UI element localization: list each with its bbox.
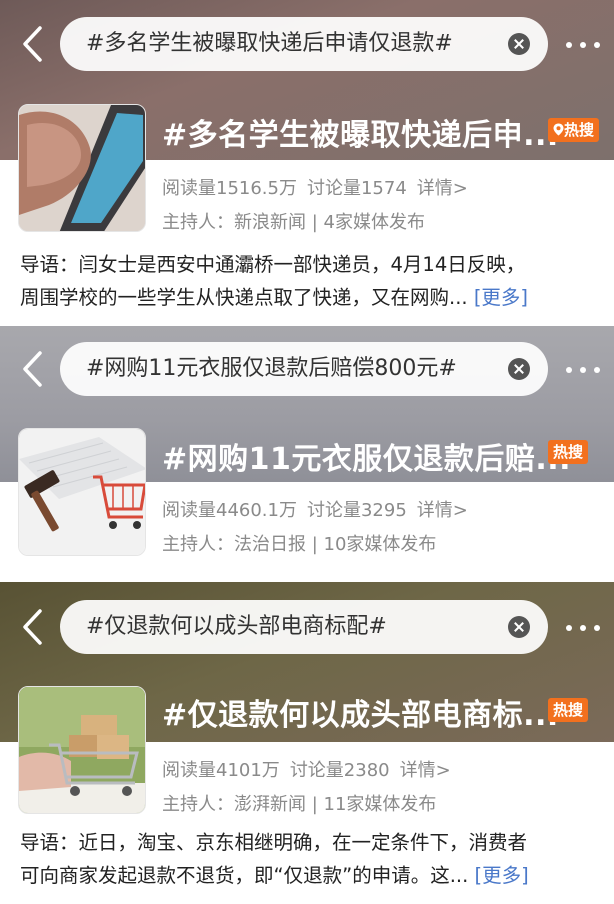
topic-stats: 阅读量4460.1万 讨论量3295 详情> — [162, 496, 468, 522]
search-bar[interactable]: #网购11元衣服仅退款后赔偿800元# — [60, 342, 548, 396]
intro-text: 周围学校的一些学生从快递点取了快递，又在网购... — [20, 286, 468, 309]
discuss-count: 讨论量3295 — [306, 500, 407, 521]
topic-thumbnail[interactable] — [18, 104, 146, 232]
discuss-count: 讨论量1574 — [306, 178, 407, 199]
discuss-count: 讨论量2380 — [289, 760, 390, 781]
topic-title[interactable]: #仅退款何以成头部电商标... — [162, 690, 559, 734]
hot-badge: 热搜 — [548, 440, 589, 464]
search-query[interactable]: #网购11元衣服仅退款后赔偿800元# — [86, 342, 457, 396]
topic-host: 主持人：澎湃新闻 | 11家媒体发布 — [162, 794, 437, 815]
topic-intro: 导语：闫女士是西安中通灞桥一部快递员，4月14日反映， 周围学校的一些学生从快递… — [20, 248, 600, 314]
more-dots-icon[interactable] — [566, 40, 602, 50]
location-pin-icon — [553, 123, 564, 136]
intro-line: 导语：闫女士是西安中通灞桥一部快递员，4月14日反映， — [20, 253, 526, 276]
detail-link[interactable]: 详情> — [417, 178, 468, 199]
search-query[interactable]: #仅退款何以成头部电商标配# — [86, 600, 387, 654]
topic-stats: 阅读量4101万 讨论量2380 详情> — [162, 756, 451, 782]
more-link[interactable]: [更多] — [474, 286, 528, 309]
back-button[interactable] — [20, 24, 46, 64]
search-bar[interactable]: #仅退款何以成头部电商标配# — [60, 600, 548, 654]
read-count: 阅读量4460.1万 — [162, 500, 297, 521]
chevron-left-icon — [23, 609, 42, 645]
thumbnail-gavel-cart-image — [19, 429, 145, 555]
clear-icon[interactable] — [508, 33, 530, 55]
read-count: 阅读量4101万 — [162, 760, 280, 781]
more-dots-icon[interactable] — [566, 623, 602, 633]
thumbnail-shopping-cart-boxes-image — [19, 687, 145, 813]
more-dots-icon[interactable] — [566, 365, 602, 375]
detail-link[interactable]: 详情> — [400, 760, 451, 781]
hot-badge: 热搜 — [548, 698, 589, 722]
hot-badge: 热搜 — [548, 118, 600, 142]
clear-icon[interactable] — [508, 358, 530, 380]
chevron-left-icon — [23, 26, 42, 62]
topic-intro: 导语：近日，淘宝、京东相继明确，在一定条件下，消费者 可向商家发起退款不退货，即… — [20, 826, 600, 892]
search-query[interactable]: #多名学生被曝取快递后申请仅退款# — [86, 17, 453, 71]
topic-panel-3: #仅退款何以成头部电商标配# #仅退款何以成头部电商标... 热搜 阅读量410… — [0, 582, 614, 904]
topic-title[interactable]: #多名学生被曝取快递后申... — [162, 110, 559, 154]
detail-link[interactable]: 详情> — [417, 500, 468, 521]
intro-line-last: 周围学校的一些学生从快递点取了快递，又在网购... [更多] — [20, 281, 600, 314]
hot-badge-label: 热搜 — [553, 443, 584, 461]
hot-badge-label: 热搜 — [553, 701, 584, 719]
topic-thumbnail[interactable] — [18, 428, 146, 556]
topic-panel-1: #多名学生被曝取快递后申请仅退款# #多名学生被曝取快递后申... 热搜 阅读量… — [0, 0, 614, 326]
clear-icon[interactable] — [508, 616, 530, 638]
intro-text: 可向商家发起退款不退货，即“仅退款”的申请。这... — [20, 864, 469, 887]
back-button[interactable] — [20, 607, 46, 647]
chevron-left-icon — [23, 351, 42, 387]
topic-host: 主持人：法治日报 | 10家媒体发布 — [162, 534, 437, 555]
intro-line: 导语：近日，淘宝、京东相继明确，在一定条件下，消费者 — [20, 831, 528, 854]
topic-thumbnail[interactable] — [18, 686, 146, 814]
intro-line-last: 可向商家发起退款不退货，即“仅退款”的申请。这... [更多] — [20, 859, 600, 892]
topic-panel-2: #网购11元衣服仅退款后赔偿800元# #网购11元衣服仅退款后赔... 热搜 — [0, 326, 614, 582]
back-button[interactable] — [20, 349, 46, 389]
topic-title[interactable]: #网购11元衣服仅退款后赔... — [162, 434, 571, 478]
search-bar[interactable]: #多名学生被曝取快递后申请仅退款# — [60, 17, 548, 71]
topic-host: 主持人：新浪新闻 | 4家媒体发布 — [162, 212, 425, 233]
more-link[interactable]: [更多] — [475, 864, 529, 887]
read-count: 阅读量1516.5万 — [162, 178, 297, 199]
thumbnail-phone-hand-image — [19, 105, 145, 231]
hot-badge-label: 热搜 — [564, 121, 595, 139]
topic-stats: 阅读量1516.5万 讨论量1574 详情> — [162, 174, 468, 200]
